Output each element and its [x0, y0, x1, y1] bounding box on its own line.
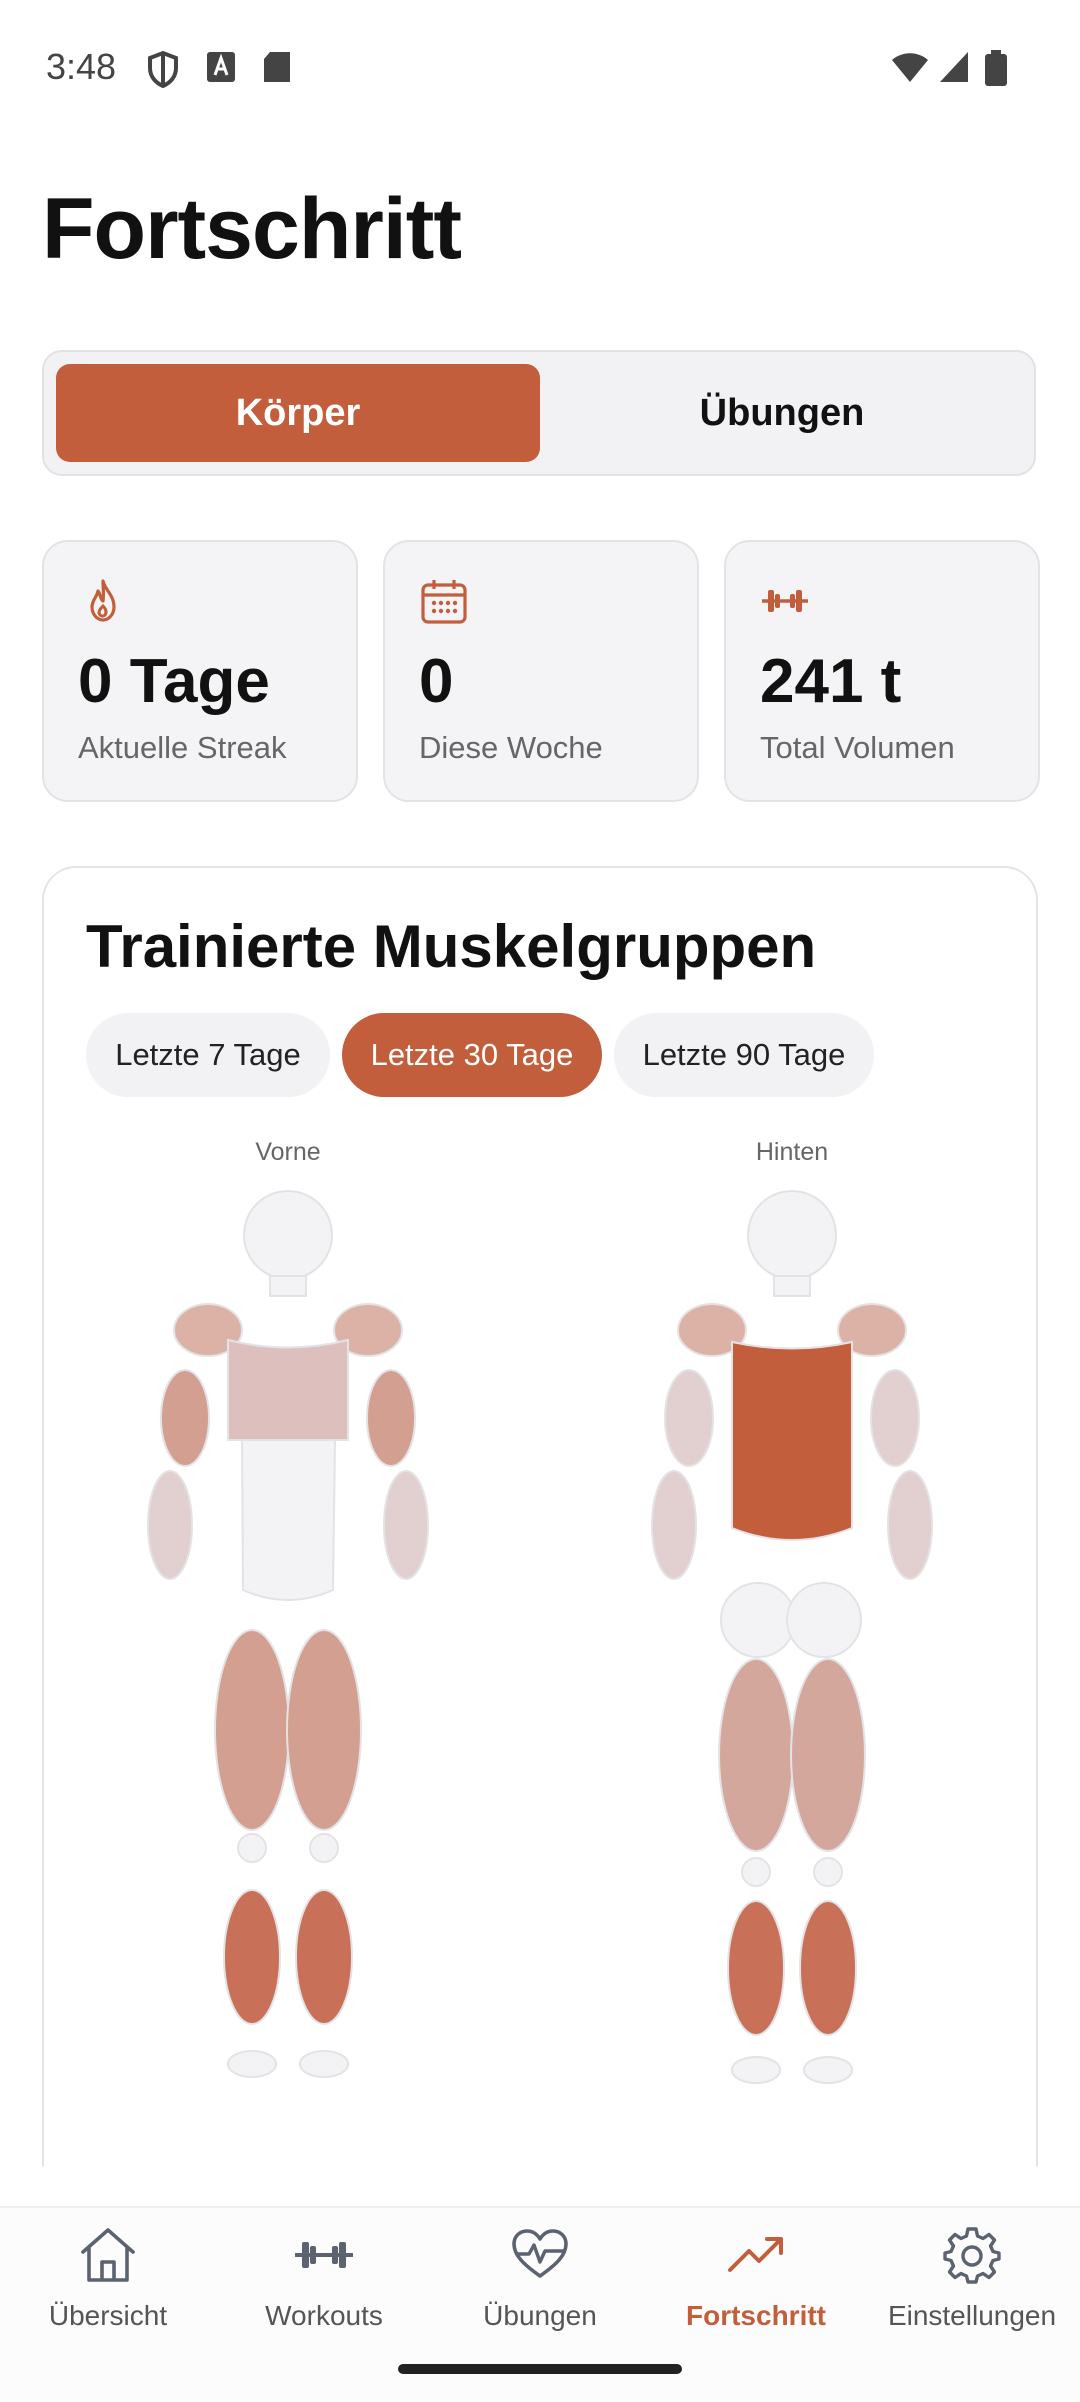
flame-icon — [90, 579, 116, 622]
status-time: 3:48 — [46, 46, 117, 87]
muscle-groups-title: Trainierte Muskelgruppen — [86, 913, 817, 980]
front-view-label: Vorne — [255, 1138, 321, 1166]
nav-label: Übungen — [483, 2300, 597, 2331]
stat-label: Aktuelle Streak — [78, 730, 287, 765]
back-glute-left[interactable] — [720, 1582, 796, 1658]
front-forearm-right[interactable] — [383, 1470, 429, 1580]
front-biceps-left[interactable] — [160, 1369, 210, 1467]
body-front-diagram — [147, 1190, 429, 2078]
home-icon — [81, 2228, 135, 2282]
shield-icon — [148, 50, 178, 88]
back-knee-left — [741, 1857, 771, 1887]
body-back-diagram — [651, 1190, 933, 2084]
nav-item-fortschritt[interactable]: Fortschritt — [648, 2224, 864, 2344]
gear-icon — [943, 2227, 1001, 2284]
segment-uebungen[interactable]: Übungen — [540, 364, 1024, 462]
dumbbell-icon — [762, 590, 808, 612]
range-chip-90[interactable]: Letzte 90 Tage — [614, 1013, 874, 1097]
wifi-icon — [892, 53, 928, 82]
keyboard-a-icon — [207, 52, 235, 82]
range-chip-30[interactable]: Letzte 30 Tage — [342, 1013, 602, 1097]
segmented-control: Körper Übungen — [42, 350, 1036, 476]
front-biceps-right[interactable] — [366, 1369, 416, 1467]
stat-card-streak: 0 Tage Aktuelle Streak — [42, 540, 358, 802]
front-foot-left — [227, 2050, 277, 2078]
back-calf-right[interactable] — [799, 1900, 857, 2036]
back-calf-left[interactable] — [727, 1900, 785, 2036]
back-forearm-right[interactable] — [887, 1470, 933, 1580]
back-foot-left — [731, 2056, 781, 2084]
stat-value: 0 — [419, 647, 454, 716]
page-title: Fortschritt — [42, 181, 462, 277]
front-abs — [240, 1439, 337, 1601]
back-triceps-left[interactable] — [664, 1369, 714, 1467]
back-forearm-left[interactable] — [651, 1470, 697, 1580]
back-triceps-right[interactable] — [870, 1369, 920, 1467]
back-lats[interactable] — [731, 1340, 853, 1541]
heart-pulse-icon — [512, 2229, 568, 2278]
front-knee-left — [237, 1833, 267, 1863]
nav-item-workouts[interactable]: Workouts — [216, 2224, 432, 2344]
front-chest[interactable] — [227, 1338, 349, 1441]
front-calf-right[interactable] — [295, 1889, 353, 2025]
back-foot-right — [803, 2056, 853, 2084]
calendar-icon — [421, 580, 467, 624]
nav-label: Einstellungen — [887, 2300, 1057, 2331]
segment-koerper[interactable]: Körper — [56, 364, 540, 462]
stat-card-volume: 241 t Total Volumen — [724, 540, 1040, 802]
nav-item-uebersicht[interactable]: Übersicht — [0, 2224, 216, 2344]
nav-label: Übersicht — [48, 2300, 168, 2331]
dumbbell-icon — [295, 2242, 353, 2268]
back-hamstring-right[interactable] — [790, 1658, 866, 1852]
stat-card-week: 0 Diese Woche — [383, 540, 699, 802]
nav-label: Fortschritt — [686, 2300, 826, 2331]
battery-icon — [985, 50, 1007, 86]
range-chip-7[interactable]: Letzte 7 Tage — [86, 1013, 330, 1097]
back-view-label: Hinten — [755, 1138, 829, 1166]
nav-item-einstellungen[interactable]: Einstellungen — [864, 2224, 1080, 2344]
trending-up-icon — [728, 2237, 783, 2272]
back-hamstring-left[interactable] — [718, 1658, 794, 1852]
back-head — [747, 1190, 837, 1280]
front-quad-left[interactable] — [214, 1629, 290, 1831]
front-knee-right — [309, 1833, 339, 1863]
front-foot-right — [299, 2050, 349, 2078]
home-indicator[interactable] — [398, 2364, 682, 2374]
nav-label: Workouts — [265, 2300, 383, 2331]
back-knee-right — [813, 1857, 843, 1887]
stat-value: 0 Tage — [78, 647, 270, 716]
front-calf-left[interactable] — [223, 1889, 281, 2025]
front-head — [243, 1190, 333, 1280]
back-neck — [773, 1275, 811, 1297]
front-forearm-left[interactable] — [147, 1470, 193, 1580]
front-neck — [269, 1275, 307, 1297]
sd-card-icon — [264, 52, 290, 82]
signal-icon — [940, 52, 968, 82]
stat-value: 241 t — [760, 647, 902, 716]
stat-label: Total Volumen — [760, 730, 955, 765]
back-glute-right[interactable] — [786, 1582, 862, 1658]
stat-label: Diese Woche — [419, 730, 603, 765]
nav-item-uebungen[interactable]: Übungen — [432, 2224, 648, 2344]
front-quad-right[interactable] — [286, 1629, 362, 1831]
